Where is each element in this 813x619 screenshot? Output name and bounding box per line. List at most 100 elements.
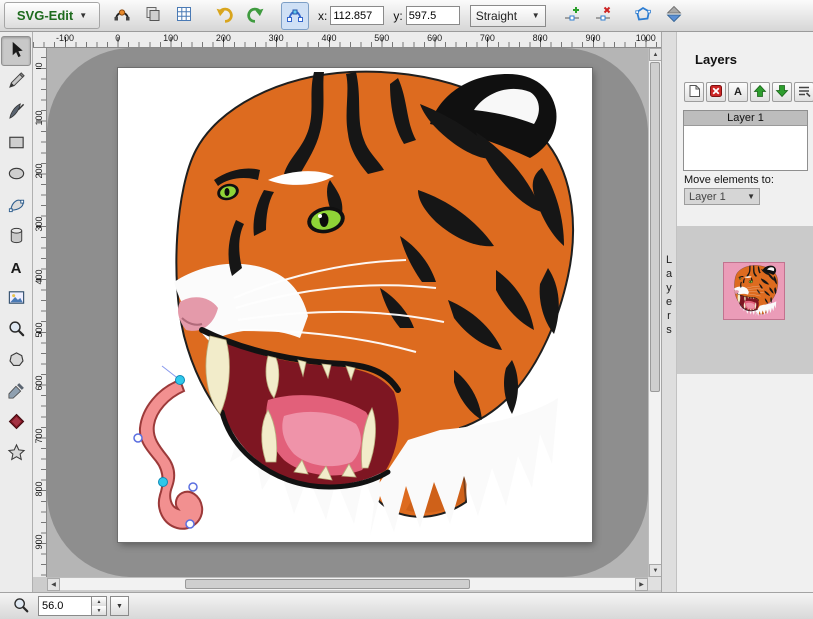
grid-button[interactable] — [170, 2, 198, 30]
grid-icon — [175, 5, 193, 26]
link-control-points-button[interactable] — [108, 2, 136, 30]
zoom-spinner-up-button[interactable]: ▲ — [92, 597, 106, 606]
scroll-left-icon: ◀ — [51, 581, 56, 588]
merge-layer-button[interactable] — [794, 82, 813, 102]
left-toolbar: A — [0, 32, 33, 592]
ruler-label: 300 — [34, 212, 44, 236]
scroll-down-icon: ▼ — [653, 568, 659, 574]
main-menu-button[interactable]: SVG-Edit ▼ — [4, 2, 100, 29]
ruler-label: 100 — [163, 33, 178, 43]
zoom-level-input[interactable] — [38, 596, 92, 616]
select-tool[interactable] — [1, 36, 31, 66]
move-elements-value: Layer 1 — [689, 191, 726, 203]
polygon-tool[interactable] — [1, 346, 31, 376]
ruler-label: 800 — [34, 477, 44, 501]
polygon-icon — [7, 350, 26, 372]
arrow-down-icon — [775, 84, 789, 101]
x-coordinate-input[interactable] — [330, 6, 384, 25]
path-node[interactable] — [134, 434, 142, 442]
scroll-right-button[interactable]: ▶ — [635, 578, 648, 591]
zoom-preset-dropdown-button[interactable]: ▼ — [110, 596, 129, 616]
path-node[interactable] — [186, 520, 194, 528]
horizontal-scrollbar[interactable]: ◀ ▶ — [47, 577, 648, 590]
layers-panel: Layers A Layer 1 Move elements to: Layer… — [677, 32, 813, 592]
ruler-label: 200 — [34, 159, 44, 183]
current-layer-row[interactable]: Layer 1 — [684, 111, 807, 126]
star-tool[interactable] — [1, 439, 31, 469]
move-elements-select[interactable]: Layer 1 ▼ — [684, 188, 760, 205]
ruler-label: 600 — [34, 371, 44, 395]
workspace: -10001002003004005006007008009001000 010… — [33, 32, 661, 592]
open-path-button[interactable] — [629, 2, 657, 30]
ruler-top: -10001002003004005006007008009001000 — [33, 32, 661, 48]
zoom-spinner: ▲ ▼ — [92, 596, 107, 616]
delete-layer-button[interactable] — [706, 82, 726, 102]
eyedropper-tool[interactable] — [1, 377, 31, 407]
line-tool[interactable] — [1, 98, 31, 128]
canvas-viewport[interactable] — [47, 48, 648, 577]
path-node[interactable] — [176, 376, 185, 385]
delete-node-icon — [594, 5, 612, 26]
scroll-up-icon: ▲ — [653, 52, 659, 58]
ruler-label: 700 — [34, 424, 44, 448]
ruler-label: 500 — [34, 318, 44, 342]
select-arrow-icon — [7, 40, 26, 62]
new-layer-button[interactable] — [684, 82, 704, 102]
scrollbar-corner — [648, 577, 661, 590]
undo-icon — [215, 5, 234, 27]
move-layer-up-button[interactable] — [750, 82, 770, 102]
add-node-icon — [563, 5, 581, 26]
ellipse-tool[interactable] — [1, 160, 31, 190]
ruler-label: 900 — [585, 33, 600, 43]
image-tool[interactable] — [1, 284, 31, 314]
layer-buttons-row: A — [684, 82, 813, 102]
text-tool[interactable]: A — [1, 253, 31, 283]
segment-type-select[interactable]: Straight ▼ — [470, 5, 546, 27]
rectangle-tool[interactable] — [1, 129, 31, 159]
add-node-button[interactable] — [558, 2, 586, 30]
zoom-spinner-down-button[interactable]: ▼ — [92, 606, 106, 615]
layer-thumbnail[interactable] — [723, 262, 785, 320]
zoom-tool[interactable] — [1, 315, 31, 345]
edit-node-mode-button[interactable] — [281, 2, 309, 30]
pencil-tool[interactable] — [1, 67, 31, 97]
reflect-path-button[interactable] — [660, 2, 688, 30]
vertical-scrollbar[interactable]: ▲ ▼ — [648, 48, 661, 577]
layer-list[interactable]: Layer 1 — [683, 110, 808, 171]
redo-button[interactable] — [241, 2, 269, 30]
vertical-scroll-thumb[interactable] — [650, 62, 660, 392]
side-panel-handle[interactable]: Layers — [661, 32, 677, 592]
scroll-left-button[interactable]: ◀ — [47, 578, 60, 591]
pen-icon — [7, 102, 26, 124]
logo-label: SVG-Edit — [17, 8, 73, 23]
horizontal-scroll-thumb[interactable] — [185, 579, 470, 589]
layer-thumbnail-image — [727, 265, 781, 317]
undo-button[interactable] — [210, 2, 238, 30]
rename-layer-button[interactable]: A — [728, 82, 748, 102]
path-node[interactable] — [189, 483, 197, 491]
ruler-label: 700 — [480, 33, 495, 43]
ruler-label: 0 — [34, 53, 44, 77]
ruler-label: 200 — [216, 33, 231, 43]
selected-path[interactable] — [140, 380, 202, 529]
ruler-label: 1000 — [636, 33, 656, 43]
text-tool-icon: A — [11, 261, 22, 276]
shape-library-tool[interactable] — [1, 222, 31, 252]
ruler-label: -100 — [56, 33, 74, 43]
move-layer-down-button[interactable] — [772, 82, 792, 102]
ruler-label: 300 — [269, 33, 284, 43]
top-toolbar: SVG-Edit ▼ x: y: Straight ▼ — [0, 0, 813, 32]
path-tool[interactable] — [1, 191, 31, 221]
chevron-down-icon: ▼ — [79, 11, 87, 20]
delete-node-button[interactable] — [589, 2, 617, 30]
open-path-icon — [634, 5, 652, 26]
y-coordinate-input[interactable] — [406, 6, 460, 25]
status-bar: ▲ ▼ ▼ — [0, 592, 813, 619]
chevron-down-icon: ▼ — [532, 11, 540, 20]
connector-tool[interactable] — [1, 408, 31, 438]
path-node[interactable] — [159, 478, 168, 487]
clone-node-button[interactable] — [139, 2, 167, 30]
canvas-page[interactable] — [118, 68, 592, 542]
layer-list-empty-area[interactable] — [684, 126, 807, 170]
side-panel-tab-label: Layers — [663, 254, 675, 338]
